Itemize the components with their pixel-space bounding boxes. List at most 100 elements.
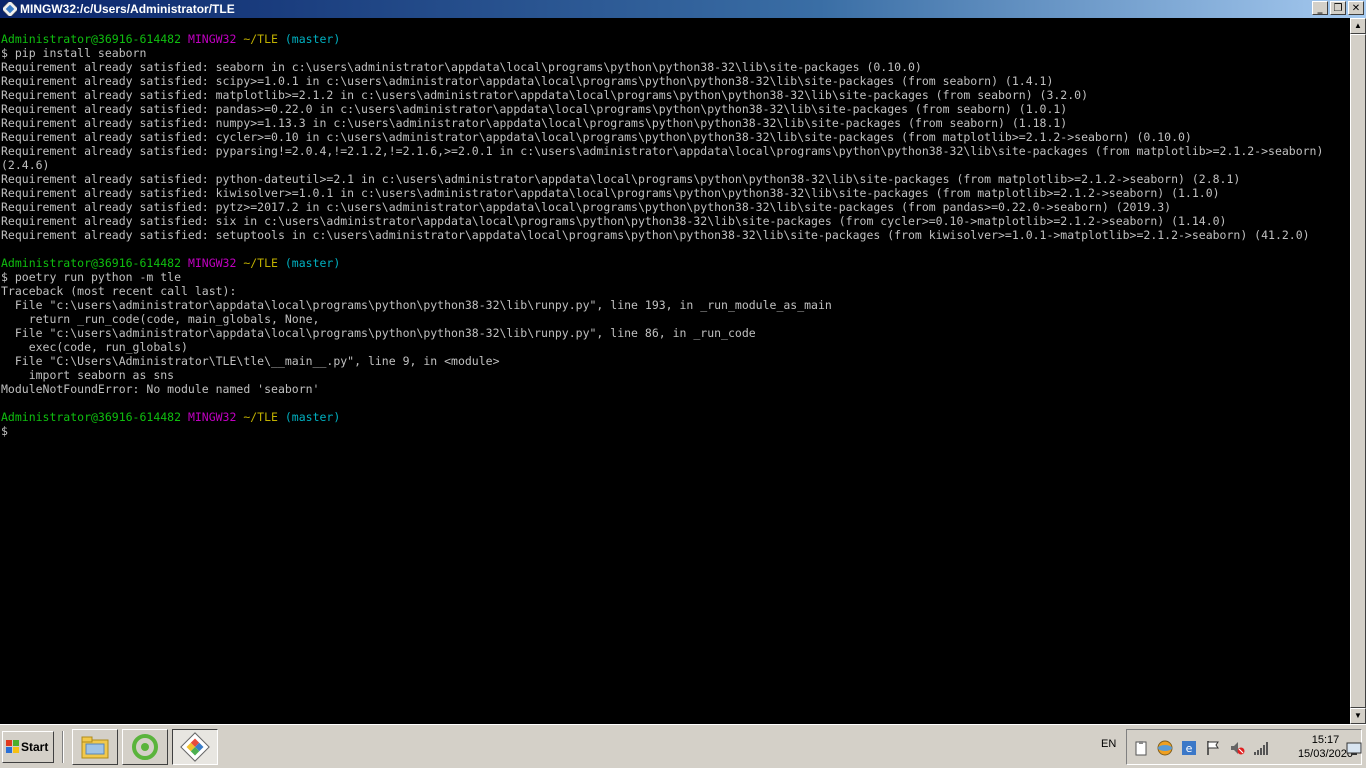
terminal-text: return _run_code(code, main_globals, Non… — [1, 312, 320, 326]
windows-logo-icon — [6, 740, 19, 753]
system-tray: e 15:17 15/03/2020 — [1126, 729, 1362, 765]
signal-strength-icon[interactable] — [1253, 740, 1269, 756]
terminal-line: Requirement already satisfied: pyparsing… — [0, 144, 1350, 158]
terminal-text: exec(code, run_globals) — [1, 340, 188, 354]
terminal-line: $ poetry run python -m tle — [0, 270, 1350, 284]
taskbar-separator — [62, 731, 64, 763]
terminal-text: $ poetry run python -m tle — [1, 270, 182, 284]
terminal-line: Requirement already satisfied: numpy>=1.… — [0, 116, 1350, 130]
terminal-line: (2.4.6) — [0, 158, 1350, 172]
terminal-line: $ — [0, 424, 1350, 438]
terminal-text: Traceback (most recent call last): — [1, 284, 237, 298]
terminal-line: Requirement already satisfied: pytz>=201… — [0, 200, 1350, 214]
terminal-output[interactable]: Administrator@36916-614482 MINGW32 ~/TLE… — [0, 18, 1350, 724]
vertical-scrollbar[interactable]: ▲ ▼ — [1350, 18, 1366, 724]
start-label: Start — [21, 740, 49, 754]
volume-muted-icon[interactable] — [1229, 740, 1245, 756]
terminal-text: ModuleNotFoundError: No module named 'se… — [1, 382, 320, 396]
terminal-line: Requirement already satisfied: seaborn i… — [0, 60, 1350, 74]
terminal-text: Requirement already satisfied: seaborn i… — [1, 60, 922, 74]
ie-icon[interactable]: e — [1181, 740, 1197, 756]
terminal-line: Requirement already satisfied: six in c:… — [0, 214, 1350, 228]
terminal-text: Requirement already satisfied: pyparsing… — [1, 144, 1324, 158]
terminal-text: (master) — [284, 256, 341, 270]
terminal-text: Administrator@36916-614482 — [1, 32, 188, 46]
terminal-line: File "C:\Users\Administrator\TLE\tle\__m… — [0, 354, 1350, 368]
terminal-text: MINGW32 — [187, 32, 244, 46]
svg-text:e: e — [1186, 742, 1193, 755]
terminal-text: File "c:\users\administrator\appdata\loc… — [1, 298, 832, 312]
terminal-text: import seaborn as sns — [1, 368, 175, 382]
window-title: MINGW32:/c/Users/Administrator/TLE — [20, 2, 235, 16]
terminal-line: Requirement already satisfied: matplotli… — [0, 88, 1350, 102]
terminal-text: Requirement already satisfied: pytz>=201… — [1, 200, 1172, 214]
terminal-line: return _run_code(code, main_globals, Non… — [0, 312, 1350, 326]
restore-button[interactable]: ❐ — [1330, 1, 1346, 15]
clock-time: 15:17 — [1311, 734, 1340, 746]
terminal-line: File "c:\users\administrator\appdata\loc… — [0, 326, 1350, 340]
network-globe-icon[interactable] — [1157, 740, 1173, 756]
scrollbar-thumb[interactable] — [1350, 34, 1366, 708]
terminal-line: Requirement already satisfied: setuptool… — [0, 228, 1350, 242]
terminal-text: Requirement already satisfied: setuptool… — [1, 228, 1310, 242]
clock[interactable]: 15:17 15/03/2020 — [1298, 733, 1353, 761]
terminal-line: Administrator@36916-614482 MINGW32 ~/TLE… — [0, 256, 1350, 270]
terminal-text: Requirement already satisfied: python-da… — [1, 172, 1241, 186]
terminal-line: Requirement already satisfied: scipy>=1.… — [0, 74, 1350, 88]
terminal-text: Requirement already satisfied: cycler>=0… — [1, 130, 1192, 144]
action-center-flag-icon[interactable] — [1205, 740, 1221, 756]
git-bash-icon — [180, 732, 210, 762]
show-desktop-icon[interactable] — [1346, 741, 1362, 757]
terminal-line: File "c:\users\administrator\appdata\loc… — [0, 298, 1350, 312]
terminal-line: Administrator@36916-614482 MINGW32 ~/TLE… — [0, 410, 1350, 424]
terminal-text: MINGW32 — [187, 256, 244, 270]
terminal-line: exec(code, run_globals) — [0, 340, 1350, 354]
terminal-text: $ — [1, 424, 8, 438]
terminal-text: File "C:\Users\Administrator\TLE\tle\__m… — [1, 354, 500, 368]
clipboard-icon[interactable] — [1133, 740, 1149, 756]
terminal-text: ~/TLE — [243, 410, 285, 424]
terminal-line: ModuleNotFoundError: No module named 'se… — [0, 382, 1350, 396]
terminal-text: Requirement already satisfied: matplotli… — [1, 88, 1089, 102]
language-indicator[interactable]: EN — [1101, 738, 1116, 750]
terminal-text: Requirement already satisfied: numpy>=1.… — [1, 116, 1068, 130]
window-title-bar[interactable]: MINGW32:/c/Users/Administrator/TLE _ ❐ ✕ — [0, 0, 1366, 18]
terminal-line: Requirement already satisfied: python-da… — [0, 172, 1350, 186]
taskbar-git-bash-button[interactable] — [172, 729, 218, 765]
minimize-button[interactable]: _ — [1312, 1, 1328, 15]
scroll-down-arrow-icon[interactable]: ▼ — [1350, 708, 1366, 724]
terminal-line: Requirement already satisfied: kiwisolve… — [0, 186, 1350, 200]
terminal-text: Requirement already satisfied: kiwisolve… — [1, 186, 1220, 200]
start-button[interactable]: Start — [2, 731, 54, 763]
terminal-text: Requirement already satisfied: six in c:… — [1, 214, 1227, 228]
terminal-line: Requirement already satisfied: cycler>=0… — [0, 130, 1350, 144]
git-bash-icon — [3, 2, 17, 16]
terminal-text: Administrator@36916-614482 — [1, 410, 188, 424]
scroll-up-arrow-icon[interactable]: ▲ — [1350, 18, 1366, 34]
terminal-line: Traceback (most recent call last): — [0, 284, 1350, 298]
terminal-text: Requirement already satisfied: scipy>=1.… — [1, 74, 1054, 88]
taskbar: Start EN e 15:17 15/03/2020 — [0, 724, 1366, 768]
terminal-text: ~/TLE — [243, 256, 285, 270]
terminal-text: Requirement already satisfied: pandas>=0… — [1, 102, 1068, 116]
taskbar-app-button[interactable] — [122, 729, 168, 765]
terminal-line: Requirement already satisfied: pandas>=0… — [0, 102, 1350, 116]
taskbar-explorer-button[interactable] — [72, 729, 118, 765]
terminal-text: ~/TLE — [243, 32, 285, 46]
green-circle-app-icon — [132, 734, 158, 760]
terminal-text: (master) — [284, 410, 341, 424]
clock-date: 15/03/2020 — [1297, 748, 1353, 760]
terminal-text: (master) — [284, 32, 341, 46]
terminal-line: $ pip install seaborn — [0, 46, 1350, 60]
folder-icon — [81, 736, 109, 759]
terminal-line: import seaborn as sns — [0, 368, 1350, 382]
terminal-text: File "c:\users\administrator\appdata\loc… — [1, 326, 756, 340]
terminal-text: MINGW32 — [187, 410, 244, 424]
close-button[interactable]: ✕ — [1348, 1, 1364, 15]
terminal-text: (2.4.6) — [1, 158, 50, 172]
terminal-text: $ pip install seaborn — [1, 46, 147, 60]
terminal-line: Administrator@36916-614482 MINGW32 ~/TLE… — [0, 32, 1350, 46]
terminal-text: Administrator@36916-614482 — [1, 256, 188, 270]
